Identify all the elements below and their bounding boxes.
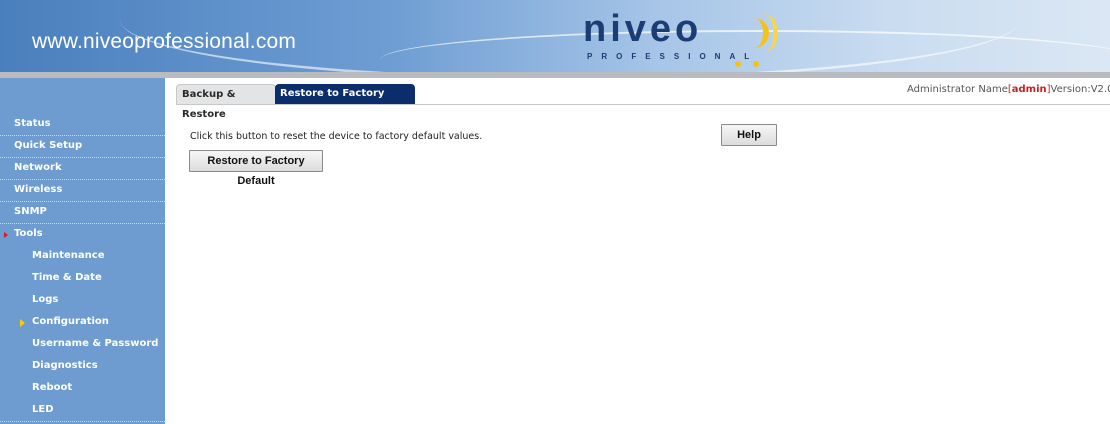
sidebar-item-reboot[interactable]: Reboot	[0, 378, 165, 400]
expanded-marker-icon	[4, 232, 8, 238]
sidebar: Status Quick Setup Network Wireless SNMP…	[0, 78, 165, 424]
sidebar-item-wireless[interactable]: Wireless	[0, 180, 165, 202]
sidebar-item-configuration[interactable]: Configuration	[0, 312, 165, 334]
sidebar-item-label: SNMP	[14, 206, 47, 217]
sidebar-item-label: Configuration	[32, 316, 109, 327]
admin-name: admin	[1011, 84, 1047, 95]
sidebar-item-label: Reboot	[32, 382, 73, 393]
sidebar-item-logs[interactable]: Logs	[0, 290, 165, 312]
sidebar-item-led[interactable]: LED	[0, 400, 165, 422]
sidebar-item-label: Logs	[32, 294, 59, 305]
tab-restore-factory-default[interactable]: Restore to Factory Default	[275, 84, 415, 119]
sidebar-item-quick-setup[interactable]: Quick Setup	[0, 136, 165, 158]
sidebar-item-username-password[interactable]: Username & Password	[0, 334, 165, 356]
header-separator	[0, 72, 1110, 78]
sidebar-item-tools[interactable]: Tools	[0, 224, 165, 246]
sidebar-item-label: Maintenance	[32, 250, 105, 261]
restore-factory-default-button[interactable]: Restore to Factory Default	[189, 150, 323, 187]
sidebar-item-snmp[interactable]: SNMP	[0, 202, 165, 224]
tab-backup-restore[interactable]: Backup & Restore	[176, 84, 276, 120]
header-banner: www.niveoprofessional.com niveo PROFESSI…	[0, 0, 1110, 72]
admin-info: Administrator Name[admin]Version:V2.0	[907, 84, 1110, 95]
sidebar-item-diagnostics[interactable]: Diagnostics	[0, 356, 165, 378]
sidebar-item-label: Tools	[14, 228, 43, 239]
tab-underline	[176, 104, 1110, 105]
restore-description: Click this button to reset the device to…	[190, 131, 483, 142]
sidebar-item-label: Wireless	[14, 184, 63, 195]
help-button[interactable]: Help	[721, 124, 777, 146]
logo-dots	[735, 57, 795, 67]
version-label: Version:V2.0	[1050, 84, 1110, 95]
sidebar-item-maintenance[interactable]: Maintenance	[0, 246, 165, 268]
sidebar-item-network[interactable]: Network	[0, 158, 165, 180]
active-arrow-icon	[20, 319, 25, 327]
sidebar-item-time-date[interactable]: Time & Date	[0, 268, 165, 290]
sidebar-item-label: LED	[32, 404, 54, 415]
sidebar-item-label: Network	[14, 162, 62, 173]
sidebar-item-label: Username & Password	[32, 338, 159, 349]
site-url: www.niveoprofessional.com	[32, 30, 297, 53]
niveo-logo: niveo PROFESSIONAL	[583, 10, 803, 67]
sidebar-item-label: Diagnostics	[32, 360, 98, 371]
sidebar-item-label: Quick Setup	[14, 140, 83, 151]
admin-label: Administrator Name	[907, 84, 1008, 95]
sidebar-item-label: Status	[14, 118, 51, 129]
sidebar-item-status[interactable]: Status	[0, 114, 165, 136]
sidebar-item-label: Time & Date	[32, 272, 102, 283]
